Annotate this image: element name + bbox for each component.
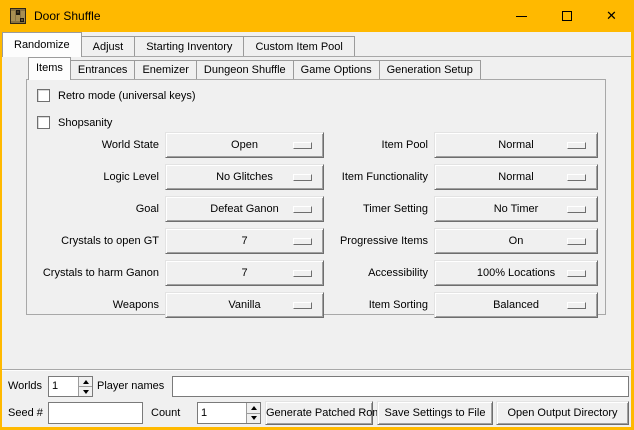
item-pool-label: Item Pool: [273, 132, 428, 158]
timer-setting-label: Timer Setting: [273, 196, 428, 222]
minimize-icon: [516, 16, 527, 17]
worlds-spin-arrows: [78, 377, 92, 396]
weapons-value: Vanilla: [228, 299, 260, 311]
dropdown-indicator-icon: [567, 270, 586, 277]
dropdown-indicator-icon: [567, 302, 586, 309]
spin-down-icon[interactable]: [247, 413, 260, 424]
spin-up-icon[interactable]: [79, 377, 92, 386]
window-title: Door Shuffle: [34, 9, 101, 23]
window-controls: ✕: [499, 0, 634, 32]
tab-randomize[interactable]: Randomize: [2, 32, 82, 57]
item-pool-dropdown[interactable]: Normal: [434, 132, 598, 158]
timer-setting-dropdown[interactable]: No Timer: [434, 196, 598, 222]
world-state-label: World State: [37, 132, 159, 158]
retro-mode-checkbox[interactable]: [37, 89, 50, 102]
crystals-gt-value: 7: [241, 235, 247, 247]
player-names-input[interactable]: [172, 376, 629, 397]
tab-generation-setup[interactable]: Generation Setup: [379, 60, 481, 80]
count-label: Count: [151, 402, 180, 425]
shopsanity-label: Shopsanity: [58, 117, 112, 129]
open-output-directory-button[interactable]: Open Output Directory: [496, 401, 629, 425]
window-body: Randomize Adjust Starting Inventory Cust…: [2, 32, 631, 427]
worlds-value: 1: [49, 377, 78, 396]
generate-patched-rom-button[interactable]: Generate Patched Rom: [265, 401, 373, 425]
worlds-spinbox[interactable]: 1: [48, 376, 93, 397]
tab-starting-inventory[interactable]: Starting Inventory: [134, 36, 244, 57]
dropdown-indicator-icon: [567, 238, 586, 245]
count-spinbox[interactable]: 1: [197, 402, 261, 424]
save-settings-button[interactable]: Save Settings to File: [377, 401, 493, 425]
shopsanity-checkbox[interactable]: [37, 116, 50, 129]
tab-custom-item-pool[interactable]: Custom Item Pool: [243, 36, 354, 57]
accessibility-dropdown[interactable]: 100% Locations: [434, 260, 598, 286]
maximize-button[interactable]: [544, 0, 589, 32]
item-pool-value: Normal: [498, 139, 533, 151]
tab-game-options[interactable]: Game Options: [293, 60, 380, 80]
retro-mode-row: Retro mode (universal keys): [37, 88, 196, 103]
count-value: 1: [198, 403, 246, 423]
tab-entrances[interactable]: Entrances: [70, 60, 136, 80]
close-icon: ✕: [606, 8, 617, 24]
item-functionality-value: Normal: [498, 171, 533, 183]
close-button[interactable]: ✕: [589, 0, 634, 32]
door-icon: [10, 8, 26, 24]
tab-enemizer[interactable]: Enemizer: [134, 60, 196, 80]
items-pane: Retro mode (universal keys) Shopsanity W…: [26, 79, 606, 315]
logic-level-value: No Glitches: [216, 171, 273, 183]
world-state-value: Open: [231, 139, 258, 151]
item-sorting-value: Balanced: [493, 299, 539, 311]
bottom-separator: [2, 369, 631, 371]
accessibility-value: 100% Locations: [477, 267, 555, 279]
titlebar: Door Shuffle ✕: [0, 0, 634, 32]
main-tab-bar: Randomize Adjust Starting Inventory Cust…: [2, 32, 355, 57]
tab-items[interactable]: Items: [28, 57, 71, 80]
tab-adjust[interactable]: Adjust: [81, 36, 136, 57]
retro-mode-label: Retro mode (universal keys): [58, 90, 196, 102]
item-functionality-label: Item Functionality: [273, 164, 428, 190]
app-window: Door Shuffle ✕ Randomize Adjust Starting…: [0, 0, 634, 430]
progressive-items-label: Progressive Items: [273, 228, 428, 254]
crystals-ganon-value: 7: [241, 267, 247, 279]
worlds-label: Worlds: [8, 376, 42, 397]
sub-tab-bar: Items Entrances Enemizer Dungeon Shuffle…: [28, 57, 481, 80]
accessibility-label: Accessibility: [273, 260, 428, 286]
dropdown-indicator-icon: [567, 174, 586, 181]
crystals-gt-label: Crystals to open GT: [37, 228, 159, 254]
maximize-icon: [562, 11, 572, 21]
count-spin-arrows: [246, 403, 260, 423]
spin-up-icon[interactable]: [247, 403, 260, 413]
shopsanity-row: Shopsanity: [37, 115, 112, 130]
progressive-items-value: On: [509, 235, 524, 247]
timer-setting-value: No Timer: [494, 203, 539, 215]
minimize-button[interactable]: [499, 0, 544, 32]
item-functionality-dropdown[interactable]: Normal: [434, 164, 598, 190]
player-names-label: Player names: [97, 376, 164, 397]
dropdown-indicator-icon: [567, 142, 586, 149]
item-sorting-dropdown[interactable]: Balanced: [434, 292, 598, 318]
item-sorting-label: Item Sorting: [273, 292, 428, 318]
seed-input[interactable]: [48, 402, 143, 424]
progressive-items-dropdown[interactable]: On: [434, 228, 598, 254]
weapons-label: Weapons: [37, 292, 159, 318]
spin-down-icon[interactable]: [79, 386, 92, 396]
goal-label: Goal: [37, 196, 159, 222]
logic-level-label: Logic Level: [37, 164, 159, 190]
dropdown-indicator-icon: [567, 206, 586, 213]
tab-dungeon-shuffle[interactable]: Dungeon Shuffle: [196, 60, 294, 80]
crystals-ganon-label: Crystals to harm Ganon: [37, 260, 159, 286]
seed-label: Seed #: [8, 402, 43, 425]
goal-value: Defeat Ganon: [210, 203, 279, 215]
main-pane-border: [2, 56, 631, 57]
